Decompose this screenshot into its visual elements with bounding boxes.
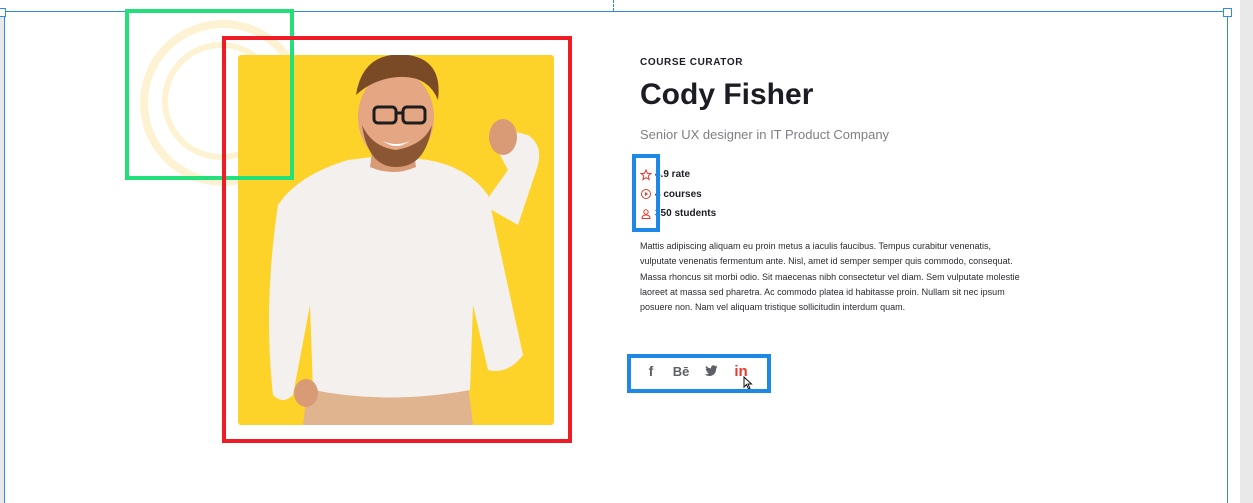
stat-rating-label: 4.9 rate <box>655 169 691 181</box>
curator-name: Cody Fisher <box>640 78 814 111</box>
curator-title: Senior UX designer in IT Product Company <box>640 127 890 142</box>
role-label: COURSE CURATOR <box>640 57 744 68</box>
frame-resize-handle-top-left[interactable] <box>0 8 6 17</box>
frame-center-guide <box>613 0 614 11</box>
selection-box-photo <box>222 36 572 443</box>
selection-box-stat-icons <box>632 154 660 232</box>
frame-border-left <box>4 11 5 503</box>
frame-border-right <box>1227 11 1228 503</box>
canvas-right-gutter <box>1240 0 1253 503</box>
stat-courses-label: 4 courses <box>655 188 702 200</box>
stat-students-label: 350 students <box>655 208 717 220</box>
selection-box-social-icons <box>627 354 771 393</box>
frame-resize-handle-top-right[interactable] <box>1223 8 1232 17</box>
curator-bio: Mattis adipiscing aliquam eu proin metus… <box>640 241 1020 313</box>
